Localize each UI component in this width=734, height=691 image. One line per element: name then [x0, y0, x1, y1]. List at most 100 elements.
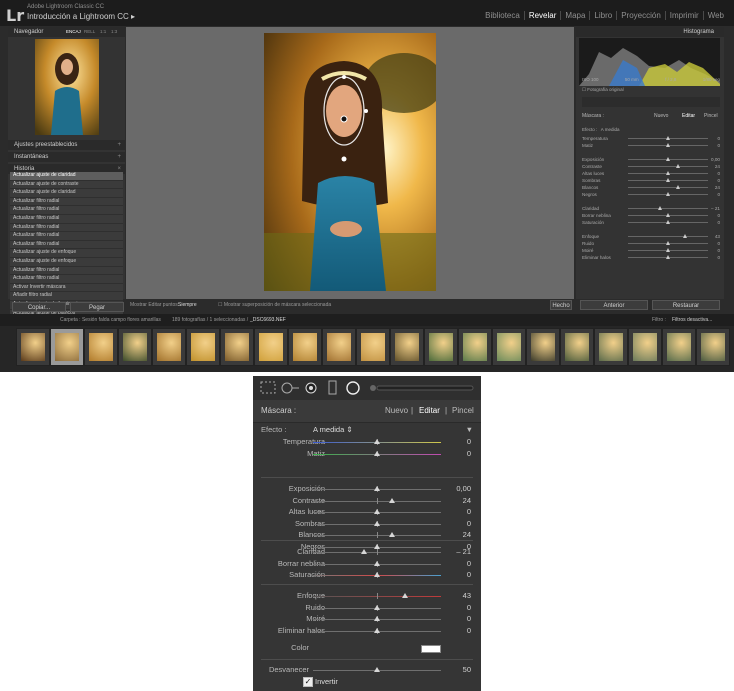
filmstrip-thumbnail[interactable]	[322, 328, 356, 366]
slider-value[interactable]: 0	[467, 569, 471, 581]
filmstrip-thumbnail[interactable]	[288, 328, 322, 366]
slider-value[interactable]: – 21	[456, 546, 471, 558]
slider-matiz[interactable]: Matiz0	[253, 448, 481, 460]
history-item[interactable]: Activar Invertir máscara	[10, 283, 123, 293]
slider-exposición[interactable]: Exposición 0,00	[253, 483, 481, 495]
slider-value[interactable]: 0	[467, 436, 471, 448]
mask-edit-button[interactable]: Editar	[419, 400, 440, 422]
history-item[interactable]: Actualizar filtro radial	[10, 214, 123, 224]
history-item[interactable]: Añadir filtro radial	[10, 292, 123, 301]
history-item[interactable]: Actualizar filtro radial	[10, 266, 123, 276]
filmstrip-thumbnail[interactable]	[492, 328, 526, 366]
mini-slider[interactable]: Blancos 24	[582, 184, 720, 191]
zoom-fill[interactable]: RELL	[84, 27, 95, 37]
mini-slider[interactable]: Exposición 0,00	[582, 156, 720, 163]
mask-new-mini[interactable]: Nuevo	[654, 113, 668, 119]
filmstrip-thumbnail[interactable]	[526, 328, 560, 366]
slider-contraste[interactable]: Contraste 24	[253, 495, 481, 507]
filmstrip-thumbnail[interactable]	[84, 328, 118, 366]
module-biblioteca[interactable]: Biblioteca	[481, 11, 524, 20]
history-item[interactable]: Actualizar ajuste de enfoque	[10, 249, 123, 258]
mask-brush-mini[interactable]: Pincel	[704, 113, 718, 119]
mini-slider[interactable]: Moiré 0	[582, 247, 720, 254]
mini-slider[interactable]: Enfoque 43	[582, 233, 720, 240]
mini-slider[interactable]: Saturación 0	[582, 219, 720, 226]
mini-slider[interactable]: Contraste 24	[582, 163, 720, 170]
mini-slider[interactable]: Temperatura 0	[582, 135, 720, 142]
filmstrip-thumbnail[interactable]	[16, 328, 50, 366]
filter-select[interactable]: Filtros desactiva...	[672, 314, 712, 326]
original-photo-checkbox[interactable]: ☐ Fotografía original	[582, 87, 624, 93]
slider-value[interactable]: 0	[467, 625, 471, 637]
effect-mini[interactable]: Efecto : A medida	[582, 127, 620, 132]
invert-checkbox[interactable]: ✓ Invertir	[253, 676, 481, 688]
main-photo[interactable]	[264, 33, 436, 291]
mini-slider[interactable]: Negros 0	[582, 191, 720, 198]
filmstrip-thumbnail[interactable]	[254, 328, 288, 366]
history-item[interactable]: Actualizar ajuste de contraste	[10, 180, 123, 190]
mini-slider[interactable]: Eliminar halos 0	[582, 254, 720, 261]
slider-thumb[interactable]	[374, 509, 380, 515]
slider-ruido[interactable]: Ruido0	[253, 602, 481, 614]
reset-button[interactable]: Restaurar	[652, 300, 720, 310]
slider-thumb[interactable]	[401, 593, 408, 598]
effect-select[interactable]: A medida ⇕	[313, 424, 353, 436]
module-imprimir[interactable]: Imprimir	[664, 11, 703, 20]
navigator-header[interactable]: Navegador ENCAJ RELL 1:1 1:3	[8, 27, 125, 37]
history-item[interactable]: Actualizar ajuste de claridad	[10, 189, 123, 198]
source-path[interactable]: Carpeta : Sesión falda campo flores amar…	[60, 314, 161, 326]
catalog-title[interactable]: Introducción a Lightroom CC ▸	[27, 12, 135, 21]
effect-collapse-icon[interactable]: ▼	[466, 424, 473, 436]
module-web[interactable]: Web	[702, 11, 728, 20]
feather-slider[interactable]: Desvanecer 50	[253, 664, 481, 676]
histogram-header[interactable]: Histograma	[576, 27, 724, 37]
slider-saturación[interactable]: Saturación 0	[253, 569, 481, 581]
history-item[interactable]: Actualizar filtro radial	[10, 206, 123, 215]
slider-thumb[interactable]	[374, 572, 380, 578]
history-item[interactable]: Actualizar filtro radial	[10, 275, 123, 284]
slider-thumb[interactable]	[374, 439, 380, 444]
mini-slider[interactable]: Matiz 0	[582, 142, 720, 149]
filmstrip-thumbnail[interactable]	[662, 328, 696, 366]
slider-thumb[interactable]	[389, 497, 396, 503]
mini-slider[interactable]: Sombras 0	[582, 177, 720, 184]
copy-button[interactable]: Copiar...	[12, 302, 66, 312]
module-revelar[interactable]: Revelar	[523, 11, 561, 20]
color-swatch[interactable]	[421, 645, 441, 653]
slider-value[interactable]: 0	[467, 602, 471, 614]
filmstrip-thumbnail[interactable]	[390, 328, 424, 366]
mini-slider[interactable]: Claridad – 21	[582, 205, 720, 212]
slider-moiré[interactable]: Moiré0	[253, 613, 481, 625]
history-item[interactable]: Actualizar filtro radial	[10, 240, 123, 250]
paste-button[interactable]: Pegar	[70, 302, 124, 312]
module-mapa[interactable]: Mapa	[560, 11, 589, 20]
slider-value[interactable]: 0	[467, 558, 471, 570]
filmstrip-thumbnail[interactable]	[118, 328, 152, 366]
slider-sombras[interactable]: Sombras 0	[253, 518, 481, 530]
slider-thumb[interactable]	[389, 532, 396, 538]
show-pins-select[interactable]: Siempre	[178, 299, 197, 312]
mini-slider[interactable]: Altas luces 0	[582, 170, 720, 177]
slider-claridad[interactable]: Claridad – 21	[253, 546, 481, 558]
navigator-preview[interactable]	[35, 39, 99, 135]
filmstrip-thumbnail[interactable]	[152, 328, 186, 366]
mask-edit-mini[interactable]: Editar	[682, 113, 695, 119]
slider-value[interactable]: 0,00	[456, 483, 471, 495]
mini-slider[interactable]: Borrar neblina 0	[582, 212, 720, 219]
filmstrip-thumbnail[interactable]	[220, 328, 254, 366]
filmstrip-thumbnail[interactable]	[186, 328, 220, 366]
overlay-checkbox[interactable]: ☐ Mostrar superposición de máscara selec…	[218, 299, 331, 312]
presets-header[interactable]: Ajustes preestablecidos +	[8, 140, 125, 150]
history-item[interactable]: Actualizar ajuste de claridad	[10, 172, 123, 181]
history-item[interactable]: Actualizar filtro radial	[10, 197, 123, 207]
slider-value[interactable]: 0	[467, 506, 471, 518]
history-item[interactable]: Actualizar ajuste de enfoque	[10, 257, 123, 267]
slider-thumb[interactable]	[374, 604, 380, 610]
slider-thumb[interactable]	[374, 520, 380, 526]
snapshots-header[interactable]: Instantáneas +	[8, 152, 125, 162]
slider-value[interactable]: 0	[467, 518, 471, 530]
filmstrip-thumbnail[interactable]	[696, 328, 730, 366]
slider-thumb[interactable]	[374, 616, 380, 622]
filmstrip-thumbnail[interactable]	[356, 328, 390, 366]
previous-button[interactable]: Anterior	[580, 300, 648, 310]
